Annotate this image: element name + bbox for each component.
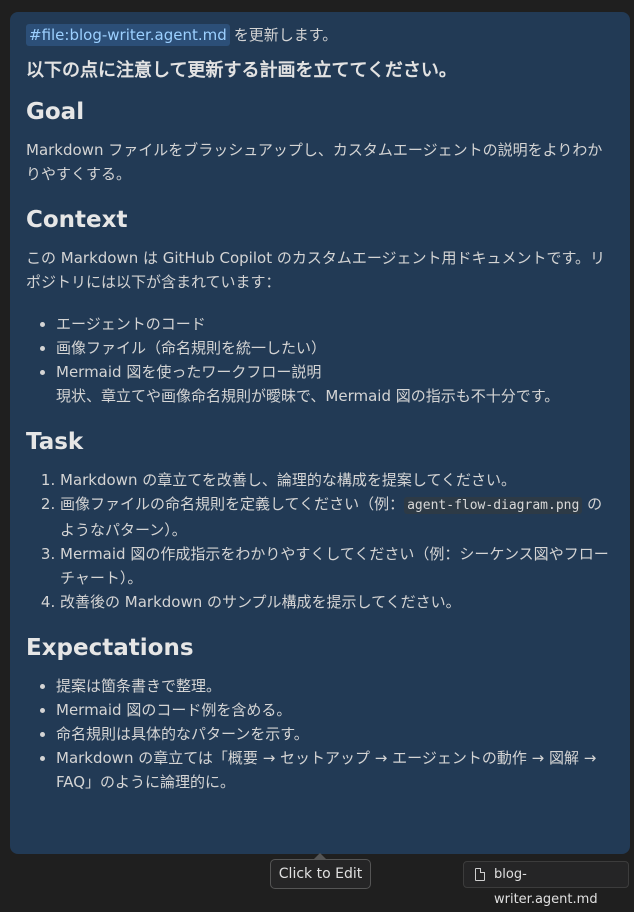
- file-reference-chip[interactable]: #file:blog-writer.agent.md: [26, 24, 230, 46]
- list-item: 改善後の Markdown のサンプル構成を提示してください。: [60, 590, 614, 614]
- instruction-heading: 以下の点に注意して更新する計画を立ててください。: [26, 60, 457, 81]
- list-item: 提案は箇条書きで整理。: [56, 674, 614, 698]
- list-item: Mermaid 図の作成指示をわかりやすくしてください（例：シーケンス図やフロー…: [60, 542, 614, 590]
- task-item-2-text: 画像ファイルの命名規則を定義してください（例：: [60, 495, 405, 513]
- file-icon: [475, 868, 485, 881]
- goal-text: Markdown ファイルをブラッシュアップし、カスタムエージェントの説明をより…: [26, 141, 603, 183]
- chat-message-bubble[interactable]: #file:blog-writer.agent.md を更新します。 以下の点に注…: [10, 12, 630, 854]
- intro-line: #file:blog-writer.agent.md を更新します。: [26, 24, 614, 46]
- click-to-edit-tooltip: Click to Edit: [270, 859, 371, 889]
- list-item: 画像ファイル（命名規則を統一したい）: [56, 336, 614, 360]
- list-item: Mermaid 図を使ったワークフロー説明現状、章立てや画像命名規則が曖昧で、M…: [56, 360, 614, 408]
- context-note: 現状、章立てや画像命名規則が曖昧で、Mermaid 図の指示も不十分です。: [56, 387, 560, 405]
- intro-suffix: を更新します。: [233, 26, 338, 44]
- context-list: エージェントのコード 画像ファイル（命名規則を統一したい） Mermaid 図を…: [26, 312, 614, 408]
- list-item: 画像ファイルの命名規則を定義してください（例：agent-flow-diagra…: [60, 492, 614, 542]
- list-item: 命名規則は具体的なパターンを示す。: [56, 722, 614, 746]
- list-item: Markdown の章立てを改善し、論理的な構成を提案してください。: [60, 468, 614, 492]
- code-example: agent-flow-diagram.png: [404, 497, 583, 514]
- context-heading: Context: [26, 207, 128, 233]
- context-text: この Markdown は GitHub Copilot のカスタムエージェント…: [26, 249, 606, 291]
- list-item: Markdown の章立ては「概要 → セットアップ → エージェントの動作 →…: [56, 746, 614, 794]
- context-item-3: Mermaid 図を使ったワークフロー説明: [56, 363, 322, 381]
- goal-heading: Goal: [26, 99, 85, 125]
- list-item: Mermaid 図のコード例を含める。: [56, 698, 614, 722]
- expectations-heading: Expectations: [26, 635, 194, 661]
- task-list: Markdown の章立てを改善し、論理的な構成を提案してください。 画像ファイ…: [26, 468, 614, 614]
- task-heading: Task: [26, 429, 84, 455]
- attachment-filename: blog-writer.agent.md: [494, 867, 598, 907]
- list-item: エージェントのコード: [56, 312, 614, 336]
- attachment-chip[interactable]: blog-writer.agent.md: [463, 861, 629, 907]
- expectations-list: 提案は箇条書きで整理。 Mermaid 図のコード例を含める。 命名規則は具体的…: [26, 674, 614, 794]
